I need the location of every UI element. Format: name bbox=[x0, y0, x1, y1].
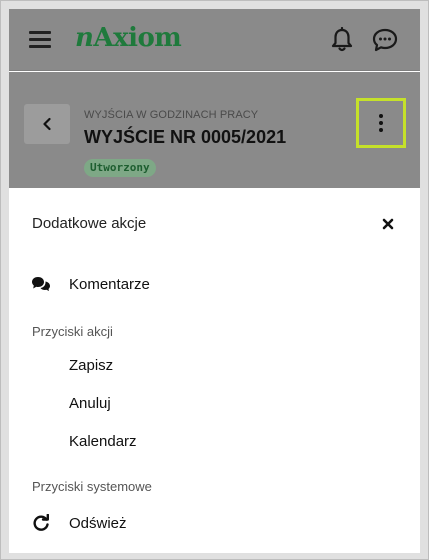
notifications-button[interactable] bbox=[327, 25, 357, 55]
logo-text: Axiom bbox=[93, 23, 182, 53]
back-button[interactable] bbox=[24, 104, 70, 144]
bell-icon bbox=[331, 27, 353, 52]
refresh-icon bbox=[31, 513, 51, 533]
messages-button[interactable] bbox=[370, 25, 400, 55]
close-icon bbox=[382, 218, 394, 230]
cancel-action[interactable]: Anuluj bbox=[9, 386, 420, 420]
comments-icon bbox=[31, 274, 51, 294]
action-buttons-section: Przyciski akcji bbox=[32, 324, 113, 339]
refresh-action[interactable]: Odśwież bbox=[9, 506, 420, 540]
device-frame: nAxiom WYJŚCIA W GODZINACH PRACY WYJŚCIE… bbox=[0, 0, 429, 560]
system-buttons-section: Przyciski systemowe bbox=[32, 479, 152, 494]
logo-n: n bbox=[75, 23, 94, 53]
refresh-label: Odśwież bbox=[69, 514, 127, 532]
calendar-label: Kalendarz bbox=[69, 432, 137, 450]
app-logo[interactable]: nAxiom bbox=[75, 23, 182, 53]
document-title: WYJŚCIE NR 0005/2021 bbox=[84, 127, 287, 147]
close-button[interactable] bbox=[377, 213, 399, 235]
calendar-action[interactable]: Kalendarz bbox=[9, 424, 420, 458]
comments-action[interactable]: Komentarze bbox=[9, 267, 420, 301]
chat-icon bbox=[372, 28, 398, 52]
sheet-title: Dodatkowe akcje bbox=[32, 215, 147, 232]
app-screen: nAxiom WYJŚCIA W GODZINACH PRACY WYJŚCIE… bbox=[9, 9, 420, 553]
menu-icon[interactable] bbox=[29, 31, 51, 49]
comments-label: Komentarze bbox=[69, 275, 150, 293]
status-badge: Utworzony bbox=[84, 159, 156, 177]
save-label: Zapisz bbox=[69, 356, 114, 374]
document-header: WYJŚCIA W GODZINACH PRACY WYJŚCIE NR 000… bbox=[9, 72, 420, 188]
chevron-left-icon bbox=[43, 117, 51, 131]
document-category: WYJŚCIA W GODZINACH PRACY bbox=[84, 109, 259, 121]
app-header: nAxiom bbox=[9, 9, 420, 71]
save-action[interactable]: Zapisz bbox=[9, 348, 420, 382]
cancel-label: Anuluj bbox=[69, 394, 111, 412]
more-vertical-icon bbox=[379, 113, 383, 134]
more-actions-button[interactable] bbox=[356, 98, 406, 148]
actions-bottom-sheet: Dodatkowe akcje Komentarze Przyciski akc… bbox=[9, 188, 420, 553]
